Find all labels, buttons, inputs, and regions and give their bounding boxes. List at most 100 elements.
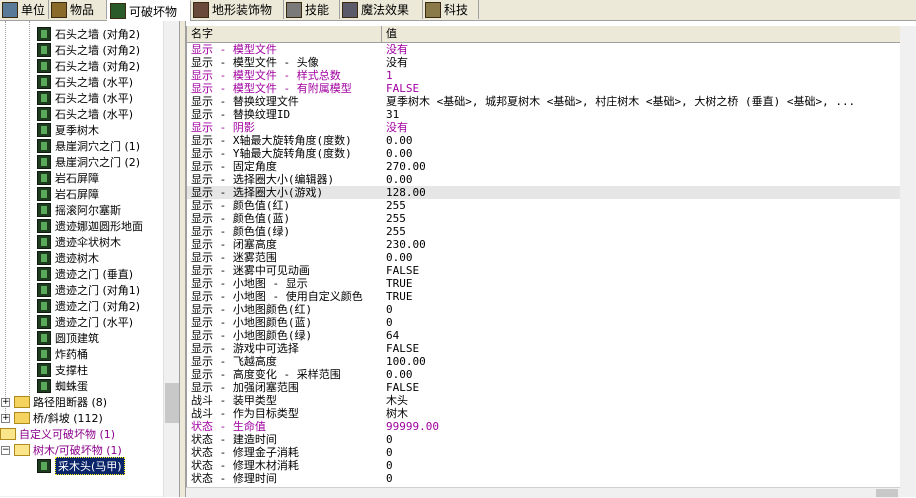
property-grid[interactable]: 名字 值 显示 - 模型文件 没有 显示 - 模型文件 - 头像 没有 显示 - 模型文… — [186, 26, 901, 497]
property-row[interactable]: 显示 - 模型文件 没有 — [187, 43, 901, 56]
property-value[interactable]: TRUE — [386, 277, 896, 290]
property-value[interactable]: 木头 — [386, 394, 896, 407]
tree-item-selected[interactable]: 采木头(马甲) — [37, 457, 125, 475]
property-row[interactable]: 显示 - 游戏中可选择 FALSE — [187, 342, 901, 355]
tab-upgrades[interactable]: 科技 — [423, 0, 479, 19]
property-value[interactable]: FALSE — [386, 82, 896, 95]
property-row[interactable]: 显示 - 飞越高度 100.00 — [187, 355, 901, 368]
property-value[interactable]: 255 — [386, 212, 896, 225]
panel-splitter[interactable] — [179, 21, 186, 497]
property-value[interactable]: 0 — [386, 433, 896, 446]
tree-folder-bridges[interactable]: + 桥/斜坡 (112) — [1, 410, 103, 426]
property-value[interactable]: FALSE — [386, 342, 896, 355]
tab-destructibles[interactable]: 可破坏物 — [107, 0, 191, 21]
collapse-toggle[interactable]: − — [1, 445, 10, 455]
tab-abilities[interactable]: 技能 — [284, 0, 340, 19]
tree-item[interactable]: 石头之墙 (水平) — [37, 106, 133, 122]
property-value[interactable]: TRUE — [386, 290, 896, 303]
expand-toggle[interactable]: + — [1, 413, 10, 423]
property-row[interactable]: 战斗 - 装甲类型 木头 — [187, 394, 901, 407]
property-value[interactable]: 128.00 — [386, 186, 896, 199]
tree-item[interactable]: 炸药桶 — [37, 346, 88, 362]
property-row[interactable]: 显示 - 高度变化 - 采样范围 0.00 — [187, 368, 901, 381]
property-row[interactable]: 显示 - 闭塞高度 230.00 — [187, 238, 901, 251]
property-value[interactable]: 99999.00 — [386, 420, 896, 433]
property-value[interactable]: 0.00 — [386, 251, 896, 264]
property-value[interactable]: 0.00 — [386, 147, 896, 160]
tree-item[interactable]: 摇滚阿尔塞斯 — [37, 202, 121, 218]
property-value[interactable]: 0 — [386, 446, 896, 459]
property-value[interactable]: FALSE — [386, 381, 896, 394]
expand-toggle[interactable]: + — [1, 397, 10, 407]
property-value[interactable]: 64 — [386, 329, 896, 342]
property-value[interactable]: 0 — [386, 459, 896, 472]
property-row[interactable]: 显示 - 选择圈大小(编辑器) 0.00 — [187, 173, 901, 186]
property-value[interactable]: 0 — [386, 472, 896, 485]
property-row[interactable]: 显示 - 小地图 - 使用自定义颜色 TRUE — [187, 290, 901, 303]
property-row[interactable]: 战斗 - 作为目标类型 树木 — [187, 407, 901, 420]
grid-vertical-scrollbar[interactable] — [900, 26, 916, 497]
property-row[interactable]: 状态 - 修理木材消耗 0 — [187, 459, 901, 472]
property-row[interactable]: 显示 - 模型文件 - 有附属模型 FALSE — [187, 82, 901, 95]
tree-item[interactable]: 悬崖洞穴之门 (1) — [37, 138, 140, 154]
tree-item[interactable]: 遗迹之门 (对角2) — [37, 298, 140, 314]
property-row[interactable]: 显示 - 小地图颜色(蓝) 0 — [187, 316, 901, 329]
tree-item[interactable]: 遗迹娜迦圆形地面 — [37, 218, 143, 234]
scrollbar-thumb[interactable] — [165, 383, 179, 423]
tree-item[interactable]: 圆顶建筑 — [37, 330, 99, 346]
tree-item[interactable]: 支撑柱 — [37, 362, 88, 378]
tree-item[interactable]: 石头之墙 (水平) — [37, 90, 133, 106]
property-row[interactable]: 状态 - 建造时间 0 — [187, 433, 901, 446]
property-row[interactable]: 显示 - 阴影 没有 — [187, 121, 901, 134]
tree-item[interactable]: 遗迹之门 (水平) — [37, 314, 133, 330]
property-value[interactable]: 0.00 — [386, 173, 896, 186]
property-value[interactable]: 没有 — [386, 56, 896, 69]
tree-item[interactable]: 蜘蛛蛋 — [37, 378, 88, 394]
property-value[interactable]: 255 — [386, 199, 896, 212]
property-row[interactable]: 显示 - 模型文件 - 头像 没有 — [187, 56, 901, 69]
property-row[interactable]: 显示 - 颜色值(绿) 255 — [187, 225, 901, 238]
tree-item[interactable]: 岩石屏障 — [37, 170, 99, 186]
tree-vertical-scrollbar[interactable] — [163, 21, 179, 497]
property-row[interactable]: 显示 - 颜色值(蓝) 255 — [187, 212, 901, 225]
property-value[interactable]: 夏季树木 <基础>, 城邦夏树木 <基础>, 村庄树木 <基础>, 大树之桥 (… — [386, 95, 896, 108]
tree-folder-path-blockers[interactable]: + 路径阻断器 (8) — [1, 394, 107, 410]
property-value[interactable]: 255 — [386, 225, 896, 238]
tab-buffs[interactable]: 魔法效果 — [340, 0, 423, 19]
tab-doodads[interactable]: 地形装饰物 — [191, 0, 284, 19]
tree-folder-custom-trees[interactable]: − 树木/可破坏物 (1) — [1, 442, 122, 458]
property-row[interactable]: 显示 - 选择圈大小(游戏) 128.00 — [187, 186, 901, 199]
tree-item[interactable]: 石头之墙 (水平) — [37, 74, 133, 90]
property-value[interactable]: 树木 — [386, 407, 896, 420]
tree-item[interactable]: 遗迹之门 (对角1) — [37, 282, 140, 298]
tree-item[interactable]: 遗迹伞状树木 — [37, 234, 121, 250]
property-value[interactable]: 0.00 — [386, 368, 896, 381]
property-row[interactable]: 显示 - 迷雾范围 0.00 — [187, 251, 901, 264]
tree-item[interactable]: 岩石屏障 — [37, 186, 99, 202]
property-row[interactable]: 显示 - 替换纹理ID 31 — [187, 108, 901, 121]
object-tree[interactable]: 石头之墙 (对角2) 石头之墙 (对角2) 石头之墙 (对角2) 石头之墙 (水… — [0, 21, 179, 497]
property-row[interactable]: 状态 - 修理时间 0 — [187, 472, 901, 485]
property-row[interactable]: 显示 - 替换纹理文件 夏季树木 <基础>, 城邦夏树木 <基础>, 村庄树木 <… — [187, 95, 901, 108]
tab-units[interactable]: 单位 — [0, 0, 49, 19]
column-header-value[interactable]: 值 — [382, 26, 901, 42]
property-row[interactable]: 状态 - 生命值 99999.00 — [187, 420, 901, 433]
tree-item[interactable]: 石头之墙 (对角2) — [37, 58, 140, 74]
scrollbar-thumb[interactable] — [876, 489, 898, 497]
grid-horizontal-scrollbar[interactable] — [186, 487, 900, 498]
property-row[interactable]: 显示 - 小地图颜色(红) 0 — [187, 303, 901, 316]
property-row[interactable]: 显示 - X轴最大旋转角度(度数) 0.00 — [187, 134, 901, 147]
property-row[interactable]: 显示 - 固定角度 270.00 — [187, 160, 901, 173]
property-row[interactable]: 显示 - 小地图 - 显示 TRUE — [187, 277, 901, 290]
tree-item[interactable]: 石头之墙 (对角2) — [37, 26, 140, 42]
tab-items[interactable]: 物品 — [49, 0, 107, 19]
property-row[interactable]: 显示 - 小地图颜色(绿) 64 — [187, 329, 901, 342]
property-value[interactable]: 没有 — [386, 43, 896, 56]
property-value[interactable]: 31 — [386, 108, 896, 121]
tree-item[interactable]: 夏季树木 — [37, 122, 99, 138]
tree-item[interactable]: 石头之墙 (对角2) — [37, 42, 140, 58]
property-row[interactable]: 显示 - Y轴最大旋转角度(度数) 0.00 — [187, 147, 901, 160]
property-value[interactable]: 0 — [386, 316, 896, 329]
property-value[interactable]: 没有 — [386, 121, 896, 134]
property-row[interactable]: 状态 - 修理金子消耗 0 — [187, 446, 901, 459]
